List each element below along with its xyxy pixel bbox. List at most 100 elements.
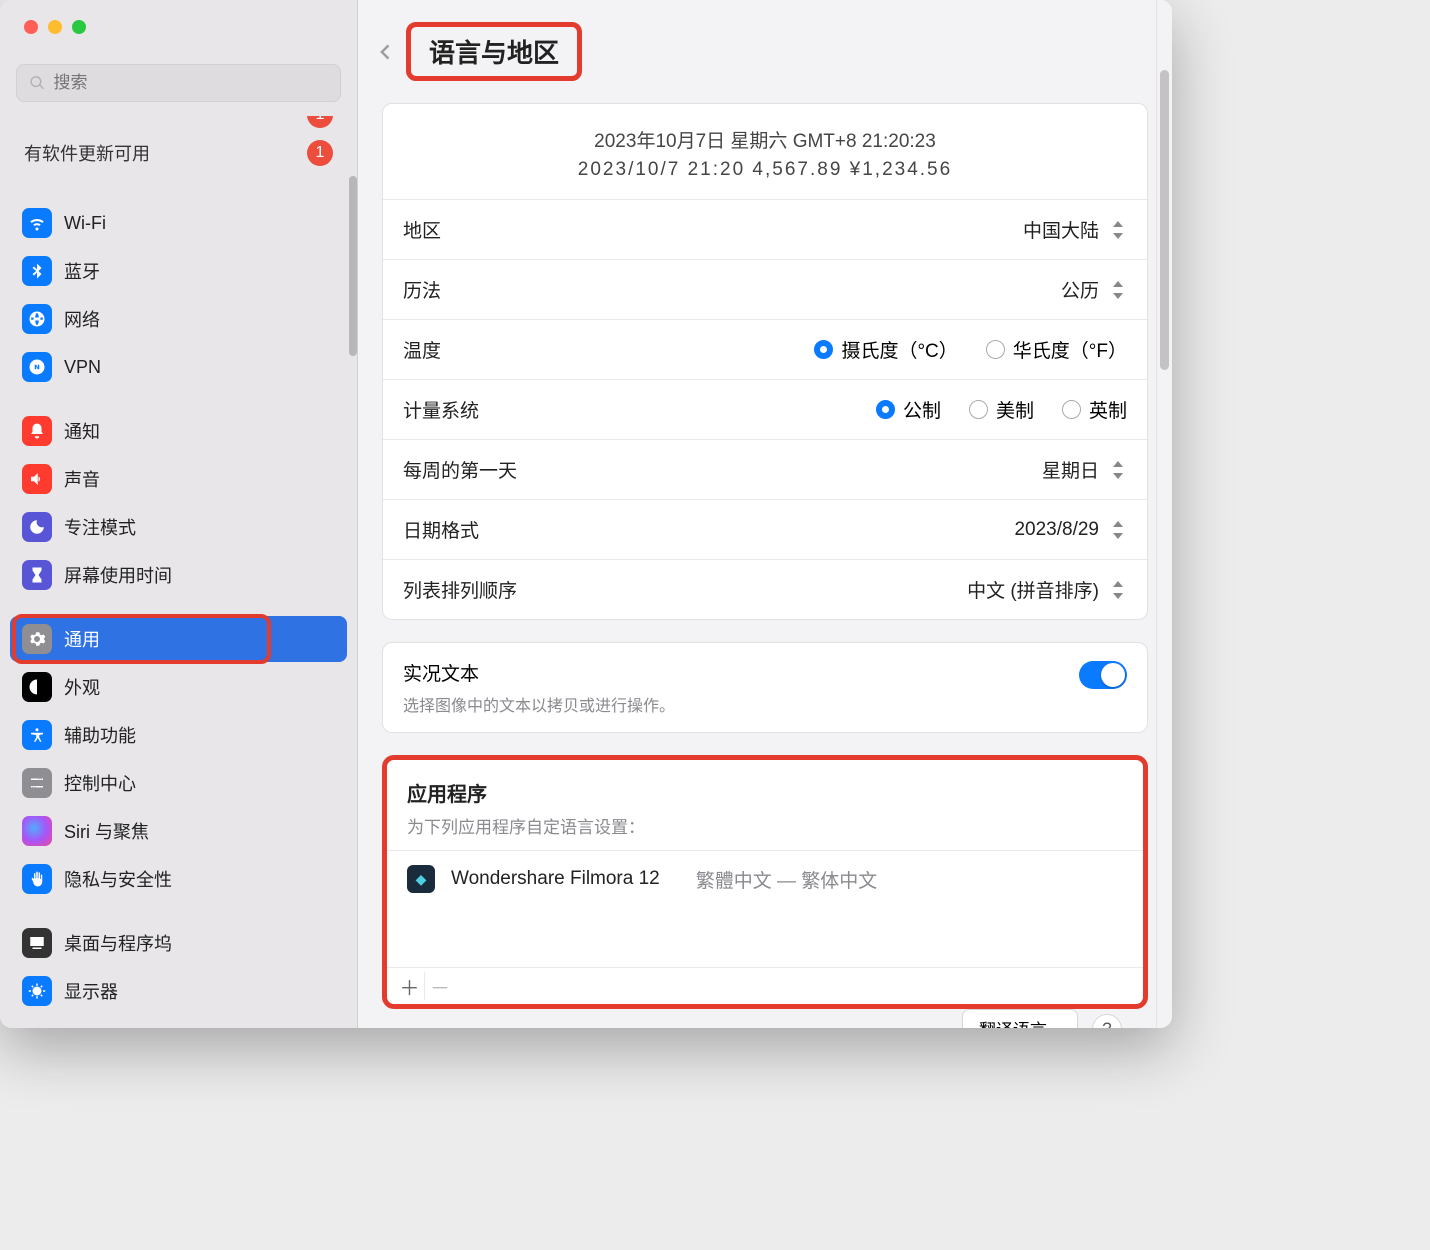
sidebar-item-appearance[interactable]: 外观 [10, 664, 347, 710]
search-input[interactable] [54, 73, 328, 93]
listorder-row[interactable]: 列表排列顺序 中文 (拼音排序) [383, 559, 1147, 619]
sidebar-item-bluetooth[interactable]: 蓝牙 [10, 248, 347, 294]
live-text-card: 实况文本 选择图像中的文本以拷贝或进行操作。 [382, 642, 1148, 733]
radio-metric[interactable]: 公制 [876, 396, 941, 423]
radio-dot-icon [876, 400, 895, 419]
add-app-button[interactable]: ＋ [395, 972, 425, 1000]
back-button[interactable] [376, 38, 396, 66]
sidebar-item-screentime[interactable]: 屏幕使用时间 [10, 552, 347, 598]
radio-dot-icon [986, 340, 1005, 359]
sample-line-1: 2023年10月7日 星期六 GMT+8 21:20:23 [403, 126, 1127, 153]
sidebar-item-wifi[interactable]: Wi-Fi [10, 200, 347, 246]
sidebar-item-label: 辅助功能 [64, 722, 136, 748]
firstday-row[interactable]: 每周的第一天 星期日 [383, 439, 1147, 499]
search-box[interactable] [16, 64, 341, 102]
radio-dot-icon [814, 340, 833, 359]
bluetooth-icon [22, 256, 52, 286]
format-sample: 2023年10月7日 星期六 GMT+8 21:20:23 2023/10/7 … [383, 104, 1147, 199]
applications-title: 应用程序 [407, 778, 1123, 807]
live-text-title: 实况文本 [403, 659, 675, 686]
software-update-label: 有软件更新可用 [24, 140, 150, 166]
live-text-labels: 实况文本 选择图像中的文本以拷贝或进行操作。 [403, 659, 675, 716]
sidebar-list[interactable]: 1 有软件更新可用 1 Wi-Fi 蓝牙 网络 [0, 116, 357, 1028]
measurement-row: 计量系统 公制 美制 英制 [383, 379, 1147, 439]
app-language: 繁體中文 — 繁体中文 [696, 866, 878, 893]
region-label: 地区 [403, 216, 441, 243]
page-title: 语言与地区 [429, 33, 559, 70]
live-text-toggle[interactable] [1079, 661, 1127, 689]
update-count-badge: 1 [307, 140, 333, 166]
radio-dot-icon [1062, 400, 1081, 419]
popup-arrows-icon [1109, 219, 1127, 241]
live-text-row: 实况文本 选择图像中的文本以拷贝或进行操作。 [383, 643, 1147, 732]
radio-label: 英制 [1089, 396, 1127, 423]
dateformat-value-popup[interactable]: 2023/8/29 [1014, 519, 1127, 541]
sidebar-item-vpn[interactable]: VPN [10, 344, 347, 390]
region-row[interactable]: 地区 中国大陆 [383, 199, 1147, 259]
calendar-row[interactable]: 历法 公历 [383, 259, 1147, 319]
zoom-window-button[interactable] [72, 20, 86, 34]
remove-app-button[interactable]: － [425, 972, 455, 1000]
sidebar-item-label: 通知 [64, 418, 100, 444]
sidebar-item-label: 外观 [64, 674, 100, 700]
page-title-highlight: 语言与地区 [406, 22, 582, 81]
sidebar-item-label: 专注模式 [64, 514, 136, 540]
radio-fahrenheit[interactable]: 华氏度（°F） [986, 336, 1127, 363]
sidebar-item-controlcenter[interactable]: 控制中心 [10, 760, 347, 806]
firstday-value-popup[interactable]: 星期日 [1042, 456, 1127, 483]
sidebar-scrollbar[interactable] [349, 176, 357, 356]
main-panel: 语言与地区 2023年10月7日 星期六 GMT+8 21:20:23 2023… [358, 0, 1172, 1028]
temperature-radio-group: 摄氏度（°C） 华氏度（°F） [814, 336, 1127, 363]
sidebar-item-general[interactable]: 通用 [10, 616, 347, 662]
listorder-value-popup[interactable]: 中文 (拼音排序) [967, 576, 1127, 603]
sidebar-group-display: 桌面与程序坞 显示器 [10, 920, 347, 1014]
accessibility-icon [22, 720, 52, 750]
popup-arrows-icon [1109, 519, 1127, 541]
applications-card: 应用程序 为下列应用程序自定语言设置： ◆ Wondershare Filmor… [387, 760, 1143, 1004]
radio-uk[interactable]: 英制 [1062, 396, 1127, 423]
filmora-app-icon: ◆ [407, 865, 435, 893]
region-value-popup[interactable]: 中国大陆 [1023, 216, 1127, 243]
popup-arrows-icon [1109, 459, 1127, 481]
main-content[interactable]: 2023年10月7日 星期六 GMT+8 21:20:23 2023/10/7 … [358, 103, 1172, 1028]
main-scrollbar-track [1156, 0, 1172, 1028]
sidebar-item-desktop[interactable]: 桌面与程序坞 [10, 920, 347, 966]
sidebar-item-privacy[interactable]: 隐私与安全性 [10, 856, 347, 902]
applications-toolbar: ＋ － [387, 967, 1143, 1004]
sidebar-item-label: 显示器 [64, 978, 118, 1004]
calendar-value-popup[interactable]: 公历 [1061, 276, 1127, 303]
sidebar-item-siri[interactable]: Siri 与聚焦 [10, 808, 347, 854]
sidebar-item-accessibility[interactable]: 辅助功能 [10, 712, 347, 758]
radio-label: 摄氏度（°C） [841, 336, 957, 363]
help-button[interactable]: ? [1092, 1014, 1122, 1029]
main-header: 语言与地区 [358, 0, 1172, 103]
radio-label: 公制 [903, 396, 941, 423]
sidebar-item-label: 屏幕使用时间 [64, 562, 172, 588]
sidebar-item-sound[interactable]: 声音 [10, 456, 347, 502]
minimize-window-button[interactable] [48, 20, 62, 34]
app-row[interactable]: ◆ Wondershare Filmora 12 繁體中文 — 繁体中文 [387, 850, 1143, 907]
sidebar-group-network: Wi-Fi 蓝牙 网络 VPN [10, 200, 347, 390]
radio-celsius[interactable]: 摄氏度（°C） [814, 336, 957, 363]
main-scrollbar[interactable] [1160, 70, 1169, 370]
sidebar-item-label: 声音 [64, 466, 100, 492]
search-container [0, 34, 357, 116]
sidebar-item-notifications[interactable]: 通知 [10, 408, 347, 454]
calendar-label: 历法 [403, 276, 441, 303]
software-update-row[interactable]: 有软件更新可用 1 [10, 130, 347, 182]
region-value: 中国大陆 [1023, 216, 1099, 243]
close-window-button[interactable] [24, 20, 38, 34]
sidebar-item-network[interactable]: 网络 [10, 296, 347, 342]
sidebar-item-displays[interactable]: 显示器 [10, 968, 347, 1014]
dateformat-row[interactable]: 日期格式 2023/8/29 [383, 499, 1147, 559]
radio-us[interactable]: 美制 [969, 396, 1034, 423]
sidebar-item-focus[interactable]: 专注模式 [10, 504, 347, 550]
temperature-row: 温度 摄氏度（°C） 华氏度（°F） [383, 319, 1147, 379]
radio-dot-icon [969, 400, 988, 419]
listorder-label: 列表排列顺序 [403, 576, 517, 603]
dock-icon [22, 928, 52, 958]
sidebar-item-label: 控制中心 [64, 770, 136, 796]
radio-label: 华氏度（°F） [1013, 336, 1127, 363]
translate-languages-button[interactable]: 翻译语言... [962, 1009, 1078, 1028]
sidebar-item-label: 隐私与安全性 [64, 866, 172, 892]
